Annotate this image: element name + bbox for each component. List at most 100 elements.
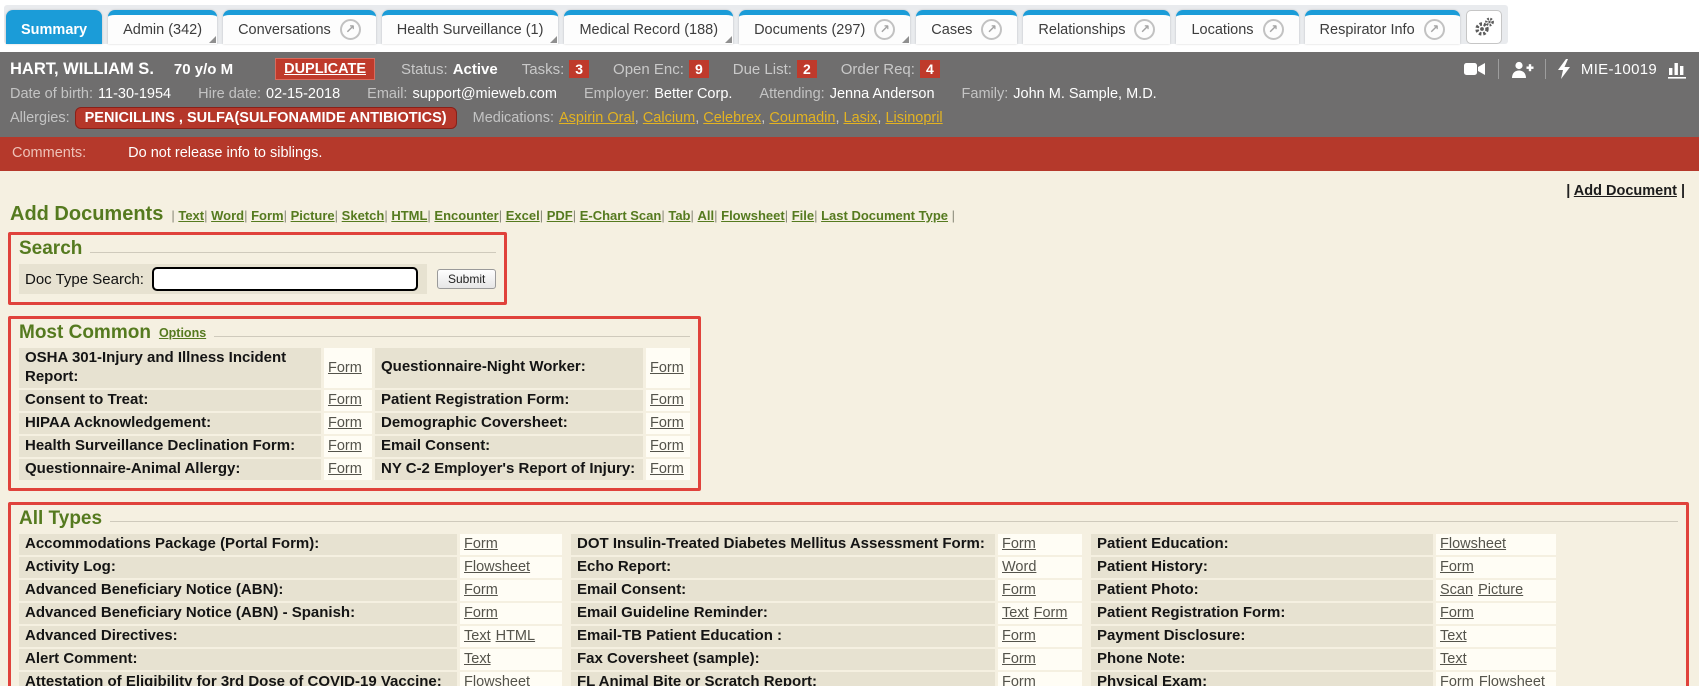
medication-link[interactable]: Coumadin: [769, 110, 843, 126]
allergies-badge[interactable]: PENICILLINS , SULFA(SULFONAMIDE ANTIBIOT…: [75, 107, 457, 129]
type-link-tab[interactable]: Tab: [668, 208, 690, 223]
doc-type-label: Patient History:: [1091, 557, 1433, 578]
doc-link[interactable]: HTML: [496, 628, 535, 644]
doc-link[interactable]: Form: [464, 605, 498, 621]
doc-link[interactable]: Scan: [1440, 582, 1473, 598]
doc-link[interactable]: Text: [1440, 628, 1467, 644]
medication-link[interactable]: Aspirin Oral: [559, 110, 643, 126]
medication-link[interactable]: Calcium: [643, 110, 703, 126]
type-link-flowsheet[interactable]: Flowsheet: [721, 208, 785, 223]
doc-link[interactable]: Text: [464, 628, 491, 644]
type-link-picture[interactable]: Picture: [291, 208, 335, 223]
tab-label: Documents (297): [754, 22, 865, 38]
external-link-icon[interactable]: ↗: [1134, 19, 1155, 40]
type-link-pdf[interactable]: PDF: [547, 208, 573, 223]
doc-link[interactable]: Flowsheet: [464, 559, 530, 575]
doc-type-label: Fax Coversheet (sample):: [571, 649, 995, 670]
doc-link[interactable]: Form: [650, 360, 684, 376]
doc-type-links: Scan Picture: [1436, 580, 1556, 601]
doc-link[interactable]: Flowsheet: [1479, 674, 1545, 686]
doc-link[interactable]: Form: [328, 438, 362, 454]
tab-relationships[interactable]: Relationships↗: [1023, 10, 1170, 44]
doc-link[interactable]: Form: [328, 392, 362, 408]
type-link-file[interactable]: File: [792, 208, 814, 223]
tasks-label: Tasks:: [522, 61, 565, 78]
medication-link[interactable]: Lisinopril: [885, 110, 942, 126]
doc-link[interactable]: Form: [650, 461, 684, 477]
tab-locations[interactable]: Locations↗: [1176, 10, 1298, 44]
doc-link[interactable]: Form: [328, 415, 362, 431]
patient-age-sex: 70 y/o M: [174, 61, 233, 78]
doc-link[interactable]: Form: [650, 392, 684, 408]
due-list-count-badge[interactable]: 2: [797, 60, 817, 78]
doc-link[interactable]: Form: [1440, 674, 1474, 686]
options-link[interactable]: Options: [159, 326, 206, 340]
search-section-title: Search: [19, 238, 82, 260]
lightning-icon[interactable]: [1557, 59, 1571, 79]
doc-type-links: Form: [324, 390, 372, 411]
doc-link[interactable]: Text: [1002, 605, 1029, 621]
doc-type-search-input[interactable]: [152, 267, 418, 291]
doc-link[interactable]: Form: [464, 582, 498, 598]
doc-link[interactable]: Form: [1440, 559, 1474, 575]
doc-link[interactable]: Form: [1002, 674, 1036, 686]
tab-summary[interactable]: Summary: [6, 10, 102, 44]
external-link-icon[interactable]: ↗: [1263, 19, 1284, 40]
doc-link[interactable]: Form: [1002, 651, 1036, 667]
tab-documents[interactable]: Documents (297) ↗: [739, 10, 910, 44]
tab-medical-record[interactable]: Medical Record (188): [564, 10, 733, 44]
add-document-link[interactable]: Add Document: [1574, 183, 1677, 199]
doc-link[interactable]: Form: [328, 461, 362, 477]
external-link-icon[interactable]: ↗: [981, 19, 1002, 40]
doc-link[interactable]: Flowsheet: [464, 674, 530, 686]
doc-type-links: Form: [324, 459, 372, 480]
doc-link[interactable]: Form: [328, 360, 362, 376]
type-link-text[interactable]: Text: [178, 208, 204, 223]
tab-respirator-info[interactable]: Respirator Info↗: [1305, 10, 1460, 44]
type-link-form[interactable]: Form: [251, 208, 284, 223]
external-link-icon[interactable]: ↗: [1424, 19, 1445, 40]
doc-link[interactable]: Picture: [1478, 582, 1523, 598]
comments-bar: Comments: Do not release info to sibling…: [0, 137, 1699, 171]
doc-link[interactable]: Form: [1034, 605, 1068, 621]
video-camera-icon[interactable]: [1463, 60, 1487, 78]
type-link-encounter[interactable]: Encounter: [434, 208, 498, 223]
doc-link[interactable]: Flowsheet: [1440, 536, 1506, 552]
type-link-last-document-type[interactable]: Last Document Type: [821, 208, 948, 223]
open-enc-count-badge[interactable]: 9: [689, 60, 709, 78]
add-contact-icon[interactable]: [1510, 60, 1534, 79]
doc-link[interactable]: Form: [650, 415, 684, 431]
doc-link[interactable]: Form: [1002, 628, 1036, 644]
doc-link[interactable]: Word: [1002, 559, 1036, 575]
tab-admin[interactable]: Admin (342): [108, 10, 217, 44]
tab-health-surveillance[interactable]: Health Surveillance (1): [382, 10, 559, 44]
external-link-icon[interactable]: ↗: [340, 19, 361, 40]
bar-chart-icon[interactable]: [1667, 59, 1689, 79]
duplicate-badge[interactable]: DUPLICATE: [275, 58, 375, 80]
doc-link[interactable]: Form: [1002, 582, 1036, 598]
medication-link[interactable]: Celebrex: [703, 110, 769, 126]
doc-link[interactable]: Form: [1002, 536, 1036, 552]
submit-button[interactable]: Submit: [437, 269, 496, 289]
doc-link[interactable]: Form: [650, 438, 684, 454]
external-link-icon[interactable]: ↗: [874, 19, 895, 40]
type-link-excel[interactable]: Excel: [506, 208, 540, 223]
tasks-count-badge[interactable]: 3: [569, 60, 589, 78]
doc-link[interactable]: Text: [464, 651, 491, 667]
settings-button[interactable]: [1466, 10, 1502, 44]
doc-link[interactable]: Form: [464, 536, 498, 552]
doc-link[interactable]: Text: [1440, 651, 1467, 667]
doc-type-links: Form: [324, 348, 372, 388]
type-link-sketch[interactable]: Sketch: [342, 208, 385, 223]
type-link-html[interactable]: HTML: [391, 208, 427, 223]
add-document-row: Add Document: [8, 175, 1689, 201]
type-link-echart-scan[interactable]: E-Chart Scan: [580, 208, 662, 223]
order-req-count-badge[interactable]: 4: [920, 60, 940, 78]
tab-conversations[interactable]: Conversations↗: [223, 10, 376, 44]
type-link-all[interactable]: All: [698, 208, 715, 223]
doc-type-links: Form: [646, 459, 690, 480]
type-link-word[interactable]: Word: [211, 208, 244, 223]
doc-link[interactable]: Form: [1440, 605, 1474, 621]
medication-link[interactable]: Lasix: [844, 110, 886, 126]
tab-cases[interactable]: Cases↗: [916, 10, 1017, 44]
